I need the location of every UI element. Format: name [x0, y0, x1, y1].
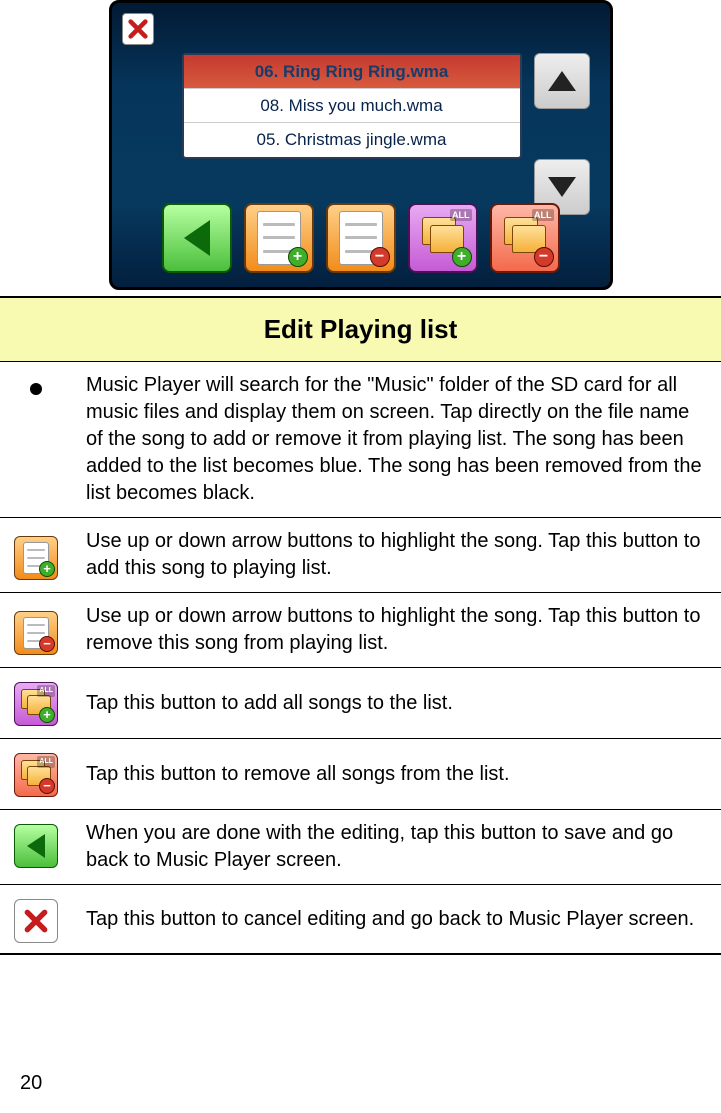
device-screenshot: 06. Ring Ring Ring.wma 08. Miss you much… — [0, 0, 721, 290]
song-item[interactable]: 05. Christmas jingle.wma — [184, 123, 520, 157]
row-text: Use up or down arrow buttons to highligh… — [72, 518, 721, 593]
song-item[interactable]: 08. Miss you much.wma — [184, 89, 520, 123]
add-song-icon: + — [14, 536, 58, 580]
add-all-icon[interactable]: ALL + — [408, 203, 478, 273]
remove-song-icon[interactable]: − — [326, 203, 396, 273]
song-item[interactable]: 06. Ring Ring Ring.wma — [184, 55, 520, 89]
bullet-icon — [30, 383, 42, 395]
row-text: Use up or down arrow buttons to highligh… — [72, 593, 721, 668]
row-text: When you are done with the editing, tap … — [72, 810, 721, 885]
song-list: 06. Ring Ring Ring.wma 08. Miss you much… — [182, 53, 522, 159]
row-text: Tap this button to add all songs to the … — [72, 668, 721, 739]
back-save-icon[interactable] — [162, 203, 232, 273]
back-save-icon — [14, 824, 58, 868]
remove-all-icon: ALL − — [14, 753, 58, 797]
page-number: 20 — [20, 1072, 42, 1095]
add-all-icon: ALL + — [14, 682, 58, 726]
row-text: Music Player will search for the "Music"… — [72, 362, 721, 518]
close-icon[interactable] — [122, 13, 154, 45]
remove-song-icon: − — [14, 611, 58, 655]
add-song-icon[interactable]: + — [244, 203, 314, 273]
section-title: Edit Playing list — [0, 297, 721, 362]
remove-all-icon[interactable]: ALL − — [490, 203, 560, 273]
instruction-table: Edit Playing list Music Player will sear… — [0, 296, 721, 955]
row-text: Tap this button to remove all songs from… — [72, 739, 721, 810]
row-text: Tap this button to cancel editing and go… — [72, 885, 721, 955]
cancel-icon — [14, 899, 58, 943]
scroll-up-icon[interactable] — [534, 53, 590, 109]
